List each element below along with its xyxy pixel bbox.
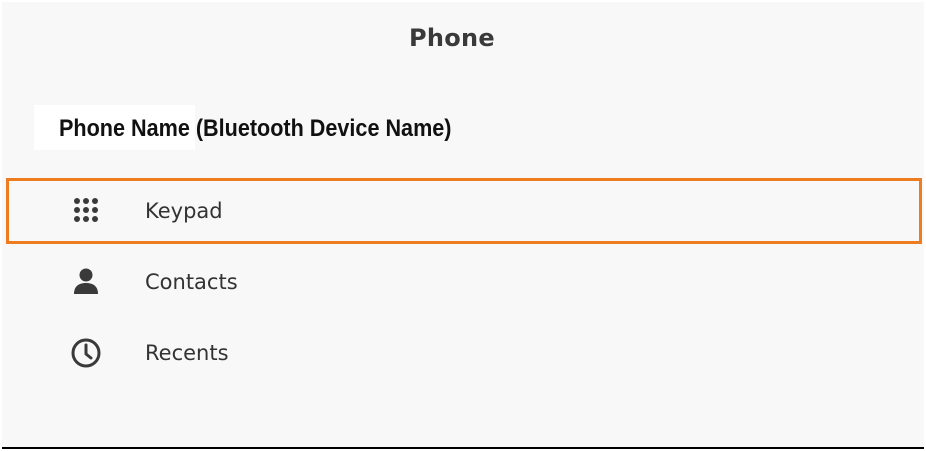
phone-screen: Phone Phone Name (Bluetooth Device Name)… (2, 2, 924, 449)
menu-item-label: Contacts (145, 270, 238, 294)
clock-icon (68, 335, 104, 371)
keypad-icon (68, 193, 104, 229)
menu-item-label: Keypad (145, 199, 223, 223)
menu-item-recents[interactable]: Recents (6, 320, 922, 386)
menu-item-contacts[interactable]: Contacts (6, 249, 922, 315)
page-title: Phone (408, 24, 496, 52)
menu-item-keypad[interactable]: Keypad (6, 178, 922, 244)
menu-item-label: Recents (145, 341, 229, 365)
device-name: Phone Name (Bluetooth Device Name) (59, 115, 452, 142)
person-icon (68, 264, 104, 300)
